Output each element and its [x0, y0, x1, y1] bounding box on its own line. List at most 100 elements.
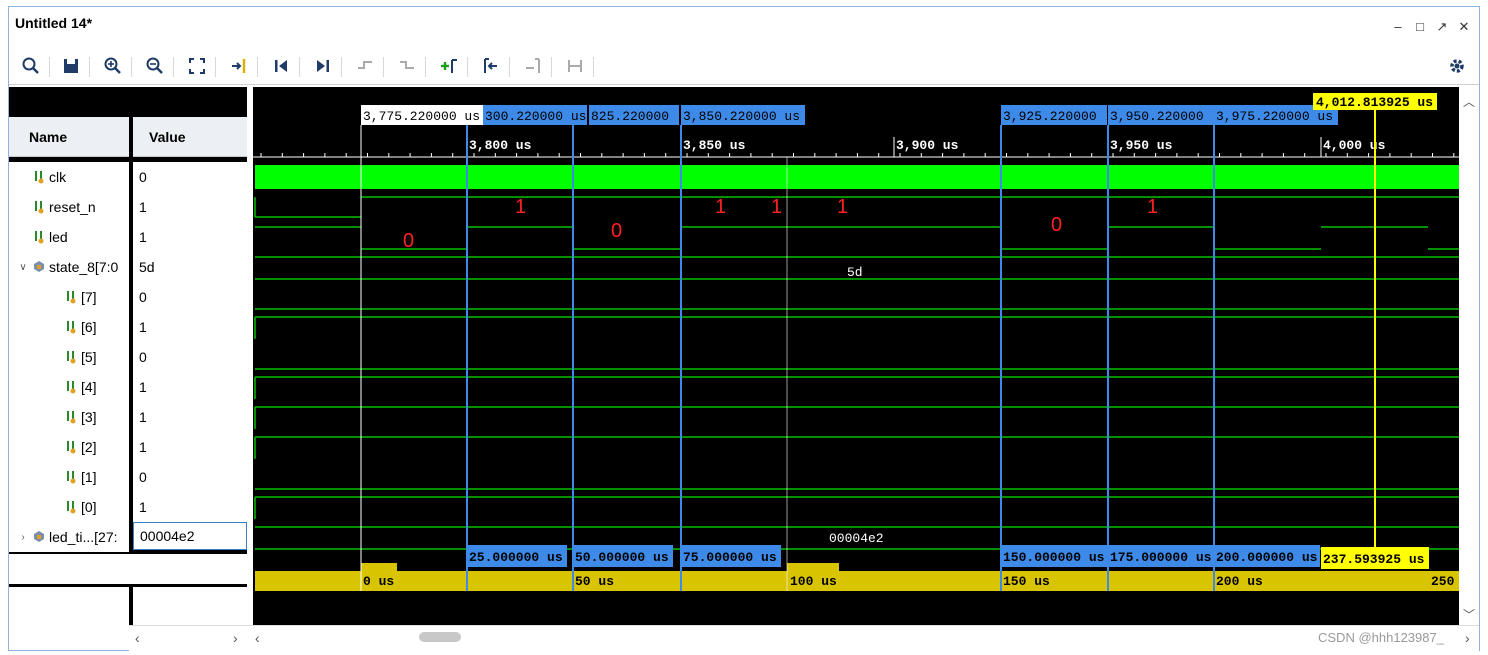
bottom-ruler-label: 250 [1431, 574, 1455, 589]
zoom-out-icon[interactable] [143, 55, 167, 77]
annotation-label: 0 [403, 230, 414, 252]
signal-name-row[interactable]: [0] [9, 492, 129, 522]
minimize-icon[interactable]: – [1389, 19, 1407, 34]
annotation-label: 1 [837, 196, 848, 218]
bottom-ruler-bar [255, 571, 1459, 591]
vertical-scrollbar[interactable]: ︿ ﹀ [1459, 87, 1479, 625]
bottom-ruler-label: 50 us [575, 574, 614, 589]
signal-value-cell[interactable]: 0 [133, 162, 247, 192]
float-icon[interactable]: ↗ [1433, 19, 1451, 35]
signal-value-cell[interactable]: 1 [133, 492, 247, 522]
signal-name-row[interactable]: [7] [9, 282, 129, 312]
horizontal-scrollbar[interactable]: ‹ › ‹ › [129, 625, 1479, 651]
bottom-ruler-label: 150 us [1003, 574, 1050, 589]
signal-value-cell[interactable]: 1 [133, 432, 247, 462]
zoom-fit-icon[interactable] [185, 55, 209, 77]
signal-value-cell[interactable]: 0 [133, 462, 247, 492]
marker-top-label: 3,975.220000 us [1216, 109, 1333, 124]
signal-name-row[interactable]: ∨ state_8[7:0 [9, 252, 129, 282]
bottom-ruler-notch [787, 563, 839, 573]
annotation-label: 1 [515, 196, 526, 218]
wave-scroll-right-icon[interactable]: › [1465, 630, 1470, 646]
signal-name-label: [2] [81, 439, 97, 455]
signal-name-label: [3] [81, 409, 97, 425]
bit-signal-icon [35, 201, 44, 214]
marker-bottom-label: 50.000000 us [575, 550, 669, 565]
marker-top-label: 825.220000 [591, 109, 669, 124]
previous-transition-icon[interactable] [353, 55, 377, 77]
signal-value-cell[interactable]: 1 [133, 372, 247, 402]
signal-name-label: state_8[7:0 [49, 259, 119, 275]
signal-name-row[interactable]: clk [9, 162, 129, 192]
toolbar [9, 47, 1479, 85]
go-to-last-time-icon[interactable] [311, 55, 335, 77]
signal-name-row[interactable]: [6] [9, 312, 129, 342]
add-marker-icon[interactable] [437, 55, 461, 77]
next-transition-icon[interactable] [395, 55, 419, 77]
signal-value-cell[interactable]: 0 [133, 342, 247, 372]
search-icon[interactable] [19, 55, 43, 77]
signal-name-label: led [49, 229, 68, 245]
zoom-in-icon[interactable] [101, 55, 125, 77]
scroll-up-icon[interactable]: ︿ [1463, 93, 1475, 110]
signal-name-row[interactable]: [1] [9, 462, 129, 492]
signal-value-cell[interactable]: 1 [133, 402, 247, 432]
watermark: CSDN @hhh123987_ [1318, 630, 1444, 645]
signal-name-label: clk [49, 169, 67, 185]
signal-name-label: reset_n [49, 199, 96, 215]
chevron-right-icon[interactable]: › [17, 532, 29, 543]
marker-top-label: 3,925.220000 [1003, 109, 1097, 124]
waveform-svg: 3,800 us 3,850 us 3,900 us 3,950 us 4,000 us… [253, 93, 1459, 591]
signal-value-cell[interactable]: 1 [133, 222, 247, 252]
annotation-label: 1 [715, 196, 726, 218]
waveform-canvas[interactable]: 3,800 us 3,850 us 3,900 us 3,950 us 4,000 us… [253, 87, 1459, 625]
previous-marker-icon[interactable] [479, 55, 503, 77]
marker-top-label: 3,775.220000 us [363, 109, 480, 124]
signal-value-cell[interactable]: 1 [133, 192, 247, 222]
bit-signal-icon [67, 381, 76, 394]
signal-value-cell[interactable]: 5d [133, 252, 247, 282]
signal-name-row[interactable]: led [9, 222, 129, 252]
signal-name-label: [5] [81, 349, 97, 365]
ruler-label: 3,950 us [1110, 138, 1173, 153]
save-icon[interactable] [59, 55, 83, 77]
marker-bottom-label: 175.000000 us [1110, 550, 1212, 565]
go-to-cursor-icon[interactable] [227, 55, 251, 77]
scroll-down-icon[interactable]: ﹀ [1463, 606, 1475, 623]
state-bus-value: 5d [847, 265, 863, 280]
signal-name-row[interactable]: [2] [9, 432, 129, 462]
value-column-header[interactable]: Value [133, 117, 247, 157]
marker-bottom-label: 75.000000 us [683, 550, 777, 565]
name-column-header[interactable]: Name [9, 117, 129, 157]
annotation-label: 0 [611, 220, 622, 242]
annotation-label: 1 [771, 196, 782, 218]
scroll-right-icon[interactable]: › [233, 630, 238, 646]
marker-bottom-label: 200.000000 us [1216, 550, 1318, 565]
signal-name-row[interactable]: reset_n [9, 192, 129, 222]
bottom-ruler-label: 100 us [790, 574, 837, 589]
settings-gear-icon[interactable] [1445, 55, 1469, 77]
marker-bottom-label: 25.000000 us [469, 550, 563, 565]
wave-scroll-left-icon[interactable]: ‹ [255, 630, 260, 646]
scroll-thumb[interactable] [419, 632, 461, 642]
swap-cursors-icon[interactable] [563, 55, 587, 77]
next-marker-icon[interactable] [521, 55, 545, 77]
signal-name-label: led_ti...[27: [49, 529, 118, 545]
restore-icon[interactable]: □ [1411, 19, 1429, 34]
signal-name-row[interactable]: [3] [9, 402, 129, 432]
signal-name-row[interactable]: [4] [9, 372, 129, 402]
scroll-left-icon[interactable]: ‹ [135, 630, 140, 646]
signal-value-cell[interactable]: 1 [133, 312, 247, 342]
close-icon[interactable]: ✕ [1455, 19, 1473, 35]
signal-value-cell[interactable]: 00004e2 [133, 522, 247, 550]
annotation-label: 1 [1147, 196, 1158, 218]
signal-name-row[interactable]: [5] [9, 342, 129, 372]
signal-value-cell[interactable]: 0 [133, 282, 247, 312]
bit-signal-icon [35, 171, 44, 184]
bus-signal-icon [34, 261, 44, 272]
go-to-time-0-icon[interactable] [269, 55, 293, 77]
chevron-down-icon[interactable]: ∨ [17, 262, 29, 273]
marker-top-label: 3,850.220000 us [683, 109, 800, 124]
signal-name-row[interactable]: › led_ti...[27: [9, 522, 129, 552]
bit-signal-icon [67, 411, 76, 424]
